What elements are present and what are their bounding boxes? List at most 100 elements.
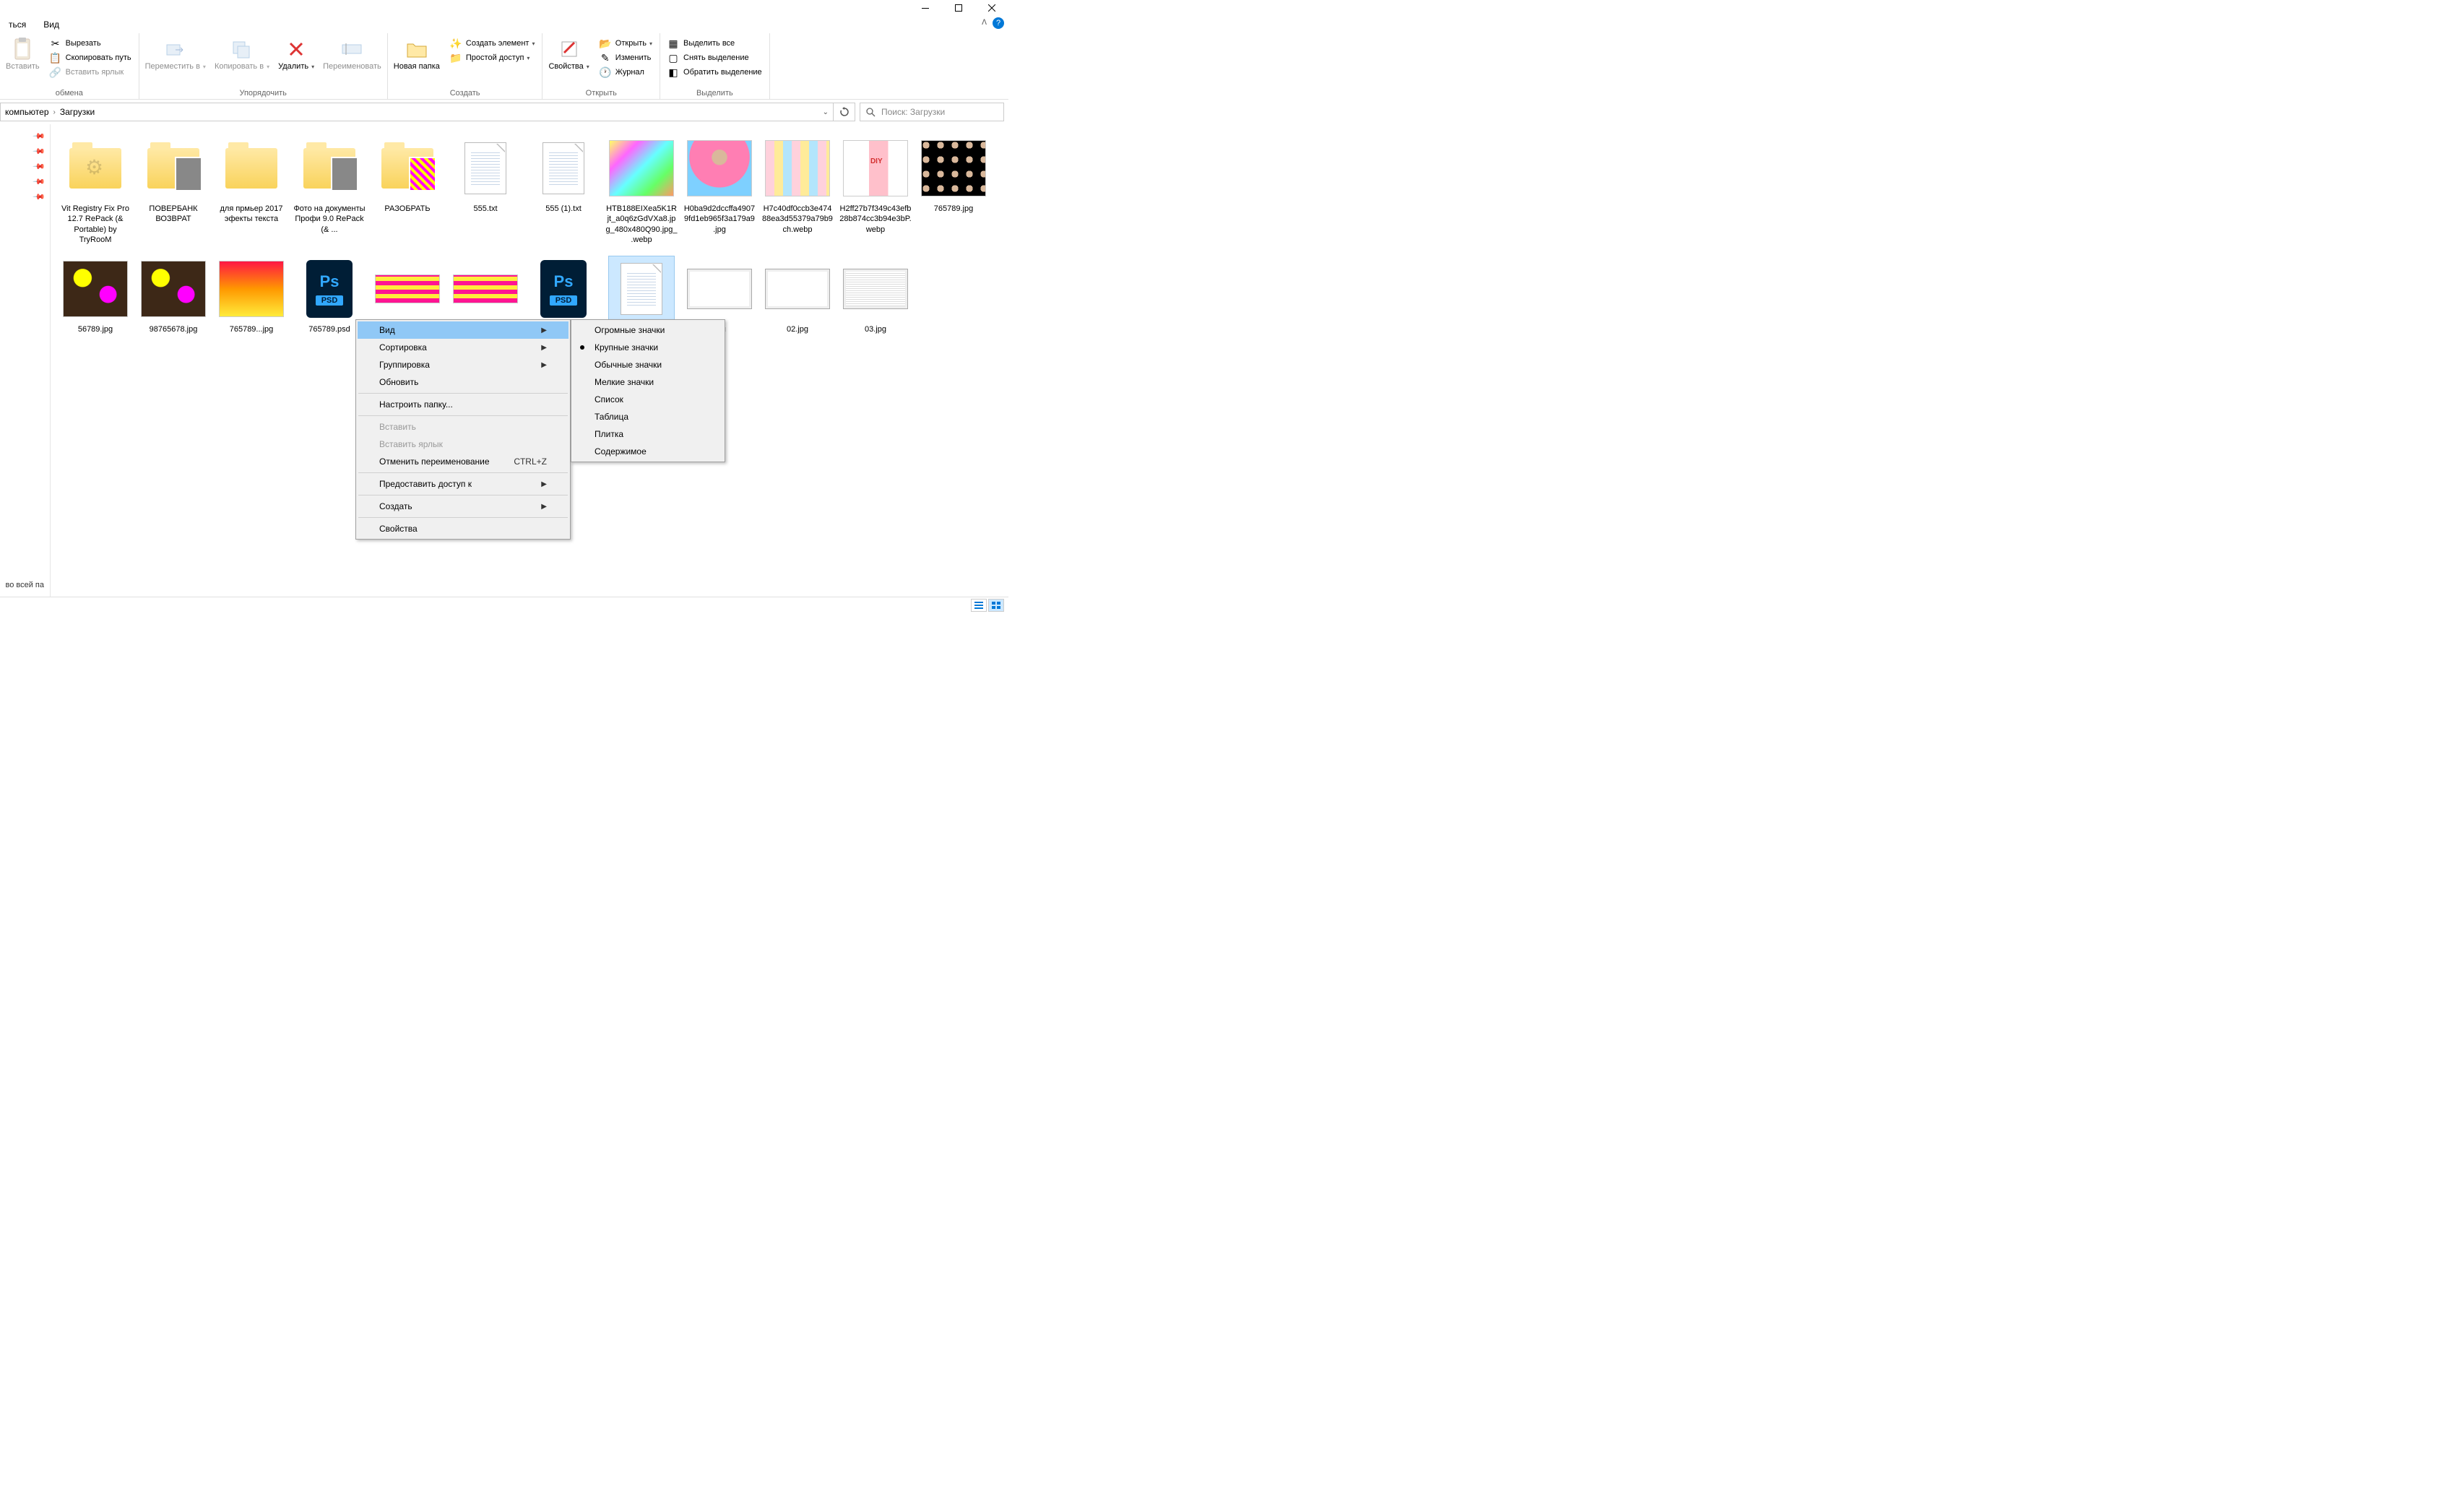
file-name: 765789...jpg	[230, 324, 274, 334]
paste-shortcut-button[interactable]: 🔗 Вставить ярлык	[47, 65, 134, 79]
file-item[interactable]: H0ba9d2dccffa49079fd1eb965f3a179a9.jpg	[680, 133, 758, 248]
file-thumbnail	[63, 136, 128, 201]
file-thumbnail	[297, 136, 362, 201]
clipboard-icon	[11, 38, 34, 61]
file-item[interactable]: РАЗОБРАТЬ	[368, 133, 446, 248]
context-menu-item[interactable]: Вид▶	[358, 321, 569, 339]
file-thumbnail	[609, 256, 674, 321]
file-item[interactable]: H2ff27b7f349c43efb28b874cc3b94e3bP.webp	[837, 133, 915, 248]
context-menu-item[interactable]: Плитка	[573, 425, 723, 443]
context-menu-item[interactable]: Содержимое	[573, 443, 723, 460]
file-item[interactable]: 765789...jpg	[212, 254, 290, 337]
chevron-right-icon: ▶	[541, 503, 547, 511]
file-thumbnail	[63, 256, 128, 321]
easy-access-icon: 📁	[450, 52, 462, 64]
nav-sidebar: 📌 📌 📌 📌 📌 во всей па	[0, 124, 51, 597]
minimize-button[interactable]	[909, 0, 942, 16]
new-folder-button[interactable]: Новая папка	[389, 35, 444, 74]
context-menu-item[interactable]: Создать▶	[358, 498, 569, 515]
context-menu-item[interactable]: Свойства	[358, 520, 569, 537]
file-item[interactable]: ПОВЕРБАНК ВОЗВРАТ	[134, 133, 212, 248]
refresh-button[interactable]	[834, 103, 855, 121]
file-thumbnail: PsPSD	[531, 256, 596, 321]
file-item[interactable]: 555.txt	[446, 133, 524, 248]
paste-button[interactable]: Вставить	[1, 35, 44, 74]
pin-icon[interactable]: 📌	[33, 175, 46, 189]
properties-button[interactable]: Свойства▾	[544, 35, 593, 74]
file-item[interactable]: H7c40df0ccb3e47488ea3d55379a79b9ch.webp	[758, 133, 837, 248]
file-item[interactable]: HTB188EIXea5K1Rjt_a0q6zGdVXa8.jpg_480x48…	[602, 133, 680, 248]
file-item[interactable]: 555 (1).txt	[524, 133, 602, 248]
context-menu-item[interactable]: Обычные значки	[573, 356, 723, 373]
delete-icon	[285, 38, 308, 61]
context-menu-item[interactable]: Группировка▶	[358, 356, 569, 373]
file-item[interactable]: для прмьер 2017 эфекты текста	[212, 133, 290, 248]
pin-icon[interactable]: 📌	[33, 160, 46, 173]
details-view-button[interactable]	[971, 599, 987, 612]
file-item[interactable]: 98765678.jpg	[134, 254, 212, 337]
sidebar-text-fragment: во всей па	[5, 581, 44, 589]
file-name: H7c40df0ccb3e47488ea3d55379a79b9ch.webp	[761, 204, 834, 235]
history-icon: 🕐	[600, 66, 611, 78]
file-name: для прмьер 2017 эфекты текста	[215, 204, 288, 225]
close-button[interactable]	[975, 0, 1008, 16]
collapse-ribbon-icon[interactable]: ᐱ	[982, 19, 987, 27]
context-menu-item[interactable]: Крупные значки	[573, 339, 723, 356]
properties-icon	[558, 38, 581, 61]
context-menu-item[interactable]: Отменить переименованиеCTRL+Z	[358, 453, 569, 470]
menu-tab-view[interactable]: Вид	[35, 17, 68, 33]
delete-button[interactable]: Удалить▾	[274, 35, 319, 74]
breadcrumb[interactable]: компьютер › Загрузки ⌄	[0, 103, 834, 121]
search-icon	[866, 108, 876, 117]
rename-button[interactable]: Переименовать	[319, 35, 386, 74]
file-thumbnail	[453, 136, 518, 201]
search-input[interactable]: Поиск: Загрузки	[860, 103, 1004, 121]
menu-tab-share[interactable]: ться	[0, 17, 35, 33]
open-button[interactable]: 📂 Открыть▾	[597, 36, 655, 51]
context-menu-item[interactable]: Настроить папку...	[358, 396, 569, 413]
select-none-icon: ▢	[667, 52, 679, 64]
ribbon-group-new: Новая папка ✨ Создать элемент▾ 📁 Простой…	[388, 33, 543, 99]
select-none-button[interactable]: ▢ Снять выделение	[665, 51, 765, 65]
context-menu-item[interactable]: Таблица	[573, 408, 723, 425]
context-menu-item[interactable]: Сортировка▶	[358, 339, 569, 356]
context-menu-item[interactable]: Обновить	[358, 373, 569, 391]
pin-icon[interactable]: 📌	[33, 144, 46, 158]
chevron-right-icon: ▶	[541, 326, 547, 334]
context-menu-item[interactable]: Мелкие значки	[573, 373, 723, 391]
history-button[interactable]: 🕐 Журнал	[597, 65, 655, 79]
invert-selection-button[interactable]: ◧ Обратить выделение	[665, 65, 765, 79]
new-item-button[interactable]: ✨ Создать элемент▾	[447, 36, 538, 51]
breadcrumb-part[interactable]: компьютер	[5, 107, 49, 117]
context-menu-item: Вставить ярлык	[358, 436, 569, 453]
easy-access-button[interactable]: 📁 Простой доступ▾	[447, 51, 538, 65]
context-menu-item[interactable]: Огромные значки	[573, 321, 723, 339]
file-item[interactable]: Фото на документы Профи 9.0 RePack (& ..…	[290, 133, 368, 248]
pin-icon[interactable]: 📌	[33, 190, 46, 204]
address-row: компьютер › Загрузки ⌄ Поиск: Загрузки	[0, 100, 1008, 124]
chevron-down-icon[interactable]: ⌄	[823, 108, 829, 116]
file-item[interactable]: 03.jpg	[837, 254, 915, 337]
context-menu-item[interactable]: Список	[573, 391, 723, 408]
shortcut-icon: 🔗	[50, 66, 61, 78]
open-icon: 📂	[600, 38, 611, 49]
select-all-button[interactable]: ▦ Выделить все	[665, 36, 765, 51]
file-item[interactable]: 56789.jpg	[56, 254, 134, 337]
file-item[interactable]: Vit Registry Fix Pro 12.7 RePack (& Port…	[56, 133, 134, 248]
pin-icon[interactable]: 📌	[33, 129, 46, 143]
copy-to-button[interactable]: Копировать в▾	[210, 35, 274, 74]
edit-icon: ✎	[600, 52, 611, 64]
maximize-button[interactable]	[942, 0, 975, 16]
copy-path-button[interactable]: 📋 Скопировать путь	[47, 51, 134, 65]
context-menu-item[interactable]: Предоставить доступ к▶	[358, 475, 569, 493]
file-item[interactable]: 02.jpg	[758, 254, 837, 337]
file-name: 555 (1).txt	[545, 204, 582, 214]
file-name: HTB188EIXea5K1Rjt_a0q6zGdVXa8.jpg_480x48…	[605, 204, 678, 245]
icons-view-button[interactable]	[988, 599, 1004, 612]
edit-button[interactable]: ✎ Изменить	[597, 51, 655, 65]
cut-button[interactable]: ✂ Вырезать	[47, 36, 134, 51]
breadcrumb-part[interactable]: Загрузки	[60, 107, 95, 117]
move-to-button[interactable]: Переместить в▾	[141, 35, 210, 74]
help-icon[interactable]: ?	[993, 17, 1004, 29]
file-item[interactable]: 765789.jpg	[915, 133, 993, 248]
